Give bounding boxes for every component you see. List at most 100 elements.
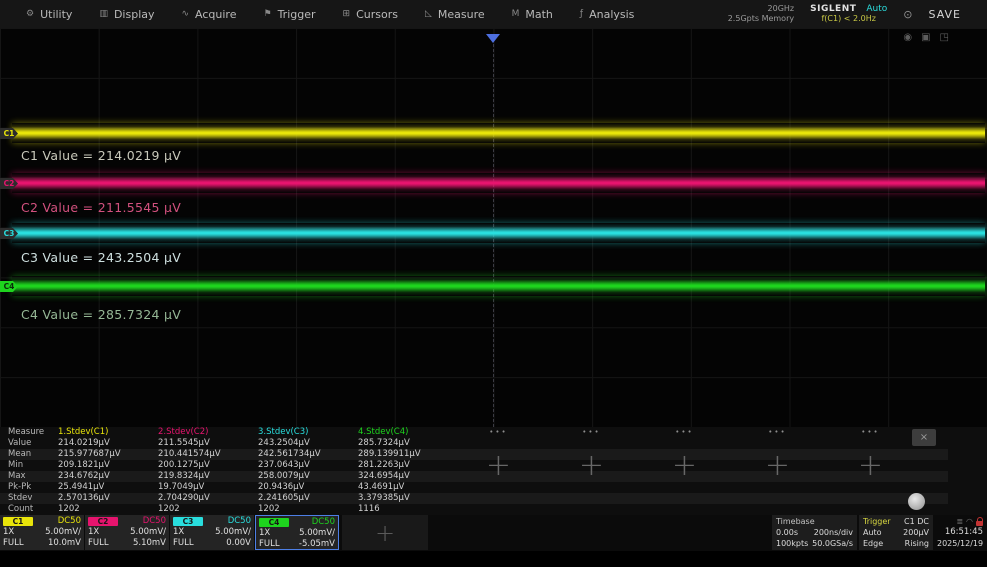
measure-row-label: Count [8,504,56,515]
menu-label: Measure [438,8,485,21]
menu-item-measure[interactable]: ◺Measure [425,8,485,21]
add-measurement-button[interactable]: + [545,451,638,481]
add-measurement-button[interactable]: + [731,451,824,481]
channel-bandwidth: FULL [173,538,194,549]
menu-items: ⚙Utility ▥Display ∿Acquire ⚑Trigger ⊞Cursors… [26,8,634,21]
measure-column-title: 4.Stdev(C4) [358,427,456,438]
timebase-title: Timebase [776,516,815,527]
menu-item-utility[interactable]: ⚙Utility [26,8,72,21]
window-icon[interactable]: ◳ [940,32,949,43]
measure-column-2[interactable]: 2.Stdev(C2)211.5545μV210.441574μV200.127… [158,427,256,515]
measure-panel: MeasureValueMeanMinMaxPk-PkStdevCount 1.… [0,427,987,515]
trace-c2[interactable] [12,173,985,193]
menu-item-math[interactable]: MMath [512,8,553,21]
save-button[interactable]: SAVE [929,8,961,21]
trigger-source: C1 DC [904,516,929,527]
measure-panel-handle[interactable] [908,493,925,510]
measure-cell: 234.6762μV [58,471,156,482]
trigger-panel[interactable]: Trigger C1 DC Auto 200μV Edge Rising [859,515,933,550]
menu-label: Cursors [356,8,398,21]
menu-label: Trigger [278,8,316,21]
measure-empty-slot[interactable]: ••• + [824,427,917,515]
waveform-display[interactable]: ◉▣◳ C1C1 Value = 214.0219 μVC2C2 Value =… [0,28,987,427]
measure-cell: 43.4691μV [358,482,456,493]
add-measurement-button[interactable]: + [452,451,545,481]
channel-offset: 0.00V [226,538,251,549]
memory-label: 2.5Gpts Memory [728,14,794,24]
measure-cell: 281.2263μV [358,460,456,471]
channel-coupling: DC50 [143,516,166,527]
analysis-icon: ƒ [580,9,583,19]
display-tool-icons: ◉ ▣ ◳ [903,32,949,43]
timebase-delay: 0.00s [776,527,798,538]
channel-bandwidth: FULL [3,538,24,549]
measure-cell: 324.6954μV [358,471,456,482]
channel-value-label-c2: C2 Value = 211.5545 μV [21,200,181,215]
menu-item-analysis[interactable]: ƒ Analysis [580,8,635,21]
bandwidth-block: 20GHz 2.5Gpts Memory [728,4,794,24]
timebase-scale: 200ns/div [814,527,853,538]
measure-empty-slot[interactable]: ••• + [545,427,638,515]
timebase-panel[interactable]: Timebase 0.00s 200ns/div 100kpts 50.0GSa… [772,515,857,550]
slot-menu-icon[interactable]: ••• [638,428,731,436]
menu-label: Analysis [589,8,634,21]
measure-empty-slot[interactable]: ••• + [452,427,545,515]
close-measure-panel-button[interactable]: × [912,429,936,446]
measure-empty-slot[interactable]: ••• + [638,427,731,515]
measure-cell: 209.1821μV [58,460,156,471]
lock-icon [976,521,983,526]
channel-bandwidth: FULL [259,539,280,550]
channel-scale: 5.00mV/ [299,528,335,539]
add-channel-button[interactable]: + [342,515,428,550]
utility-icon: ⚙ [26,9,34,19]
menubar: ⚙Utility ▥Display ∿Acquire ⚑Trigger ⊞Cursors… [0,0,987,28]
channel-box-c4[interactable]: C4DC501X5.00mV/FULL-5.05mV [255,515,339,550]
trigger-type: Edge [863,538,883,549]
measure-cell: 258.0079μV [258,471,356,482]
camera-icon[interactable]: ◉ [903,32,912,43]
channel-box-c3[interactable]: C3DC501X5.00mV/FULL0.00V [170,515,254,550]
channel-box-c1[interactable]: C1DC501X5.00mV/FULL10.0mV [0,515,84,550]
save-icon[interactable]: ⊙ [903,8,912,21]
add-measurement-button[interactable]: + [824,451,917,481]
channel-bandwidth: FULL [88,538,109,549]
channel-offset: 10.0mV [48,538,81,549]
measure-row-label: Max [8,471,56,482]
measure-column-3[interactable]: 3.Stdev(C3)243.2504μV242.561734μV237.064… [258,427,356,515]
measure-column-1[interactable]: 1.Stdev(C1)214.0219μV215.977687μV209.182… [58,427,156,515]
brand-logo: SIGLENT [810,4,856,14]
measure-cell: 210.441574μV [158,449,256,460]
menu-item-acquire[interactable]: ∿Acquire [182,8,237,21]
menu-item-display[interactable]: ▥Display [99,8,154,21]
slot-menu-icon[interactable]: ••• [824,428,917,436]
trigger-level: 200μV [903,527,929,538]
channel-coupling: DC50 [58,516,81,527]
fullscreen-icon[interactable]: ▣ [921,32,930,43]
measure-cell: 214.0219μV [58,438,156,449]
timebase-points: 100kpts [776,538,808,549]
trigger-position-indicator[interactable] [486,34,500,43]
trace-c3[interactable] [12,223,985,243]
slot-menu-icon[interactable]: ••• [545,428,638,436]
menu-item-trigger[interactable]: ⚑Trigger [264,8,316,21]
brand-block: SIGLENT Auto f(C1) < 2.0Hz [810,4,887,24]
channel-box-c2[interactable]: C2DC501X5.00mV/FULL5.10mV [85,515,169,550]
measure-cell: 3.379385μV [358,493,456,504]
add-measurement-button[interactable]: + [638,451,731,481]
trigger-title: Trigger [863,516,891,527]
trace-c4[interactable] [12,276,985,296]
trace-c1[interactable] [12,123,985,143]
menu-item-cursors[interactable]: ⊞Cursors [343,8,398,21]
measure-column-4[interactable]: 4.Stdev(C4)285.7324μV289.139911μV281.226… [358,427,456,515]
slot-menu-icon[interactable]: ••• [731,428,824,436]
status-right: 20GHz 2.5Gpts Memory SIGLENT Auto f(C1) … [728,4,975,24]
measure-empty-slot[interactable]: ••• + [731,427,824,515]
channel-scale: 5.00mV/ [130,527,166,538]
slot-menu-icon[interactable]: ••• [452,428,545,436]
measure-row-labels: MeasureValueMeanMinMaxPk-PkStdevCount [8,427,56,515]
menu-label: Display [114,8,155,21]
timebase-samplerate: 50.0GSa/s [812,538,853,549]
measure-cell: 20.9436μV [258,482,356,493]
channel-chip: C2 [88,517,118,526]
channel-attenuation: 1X [173,527,184,538]
